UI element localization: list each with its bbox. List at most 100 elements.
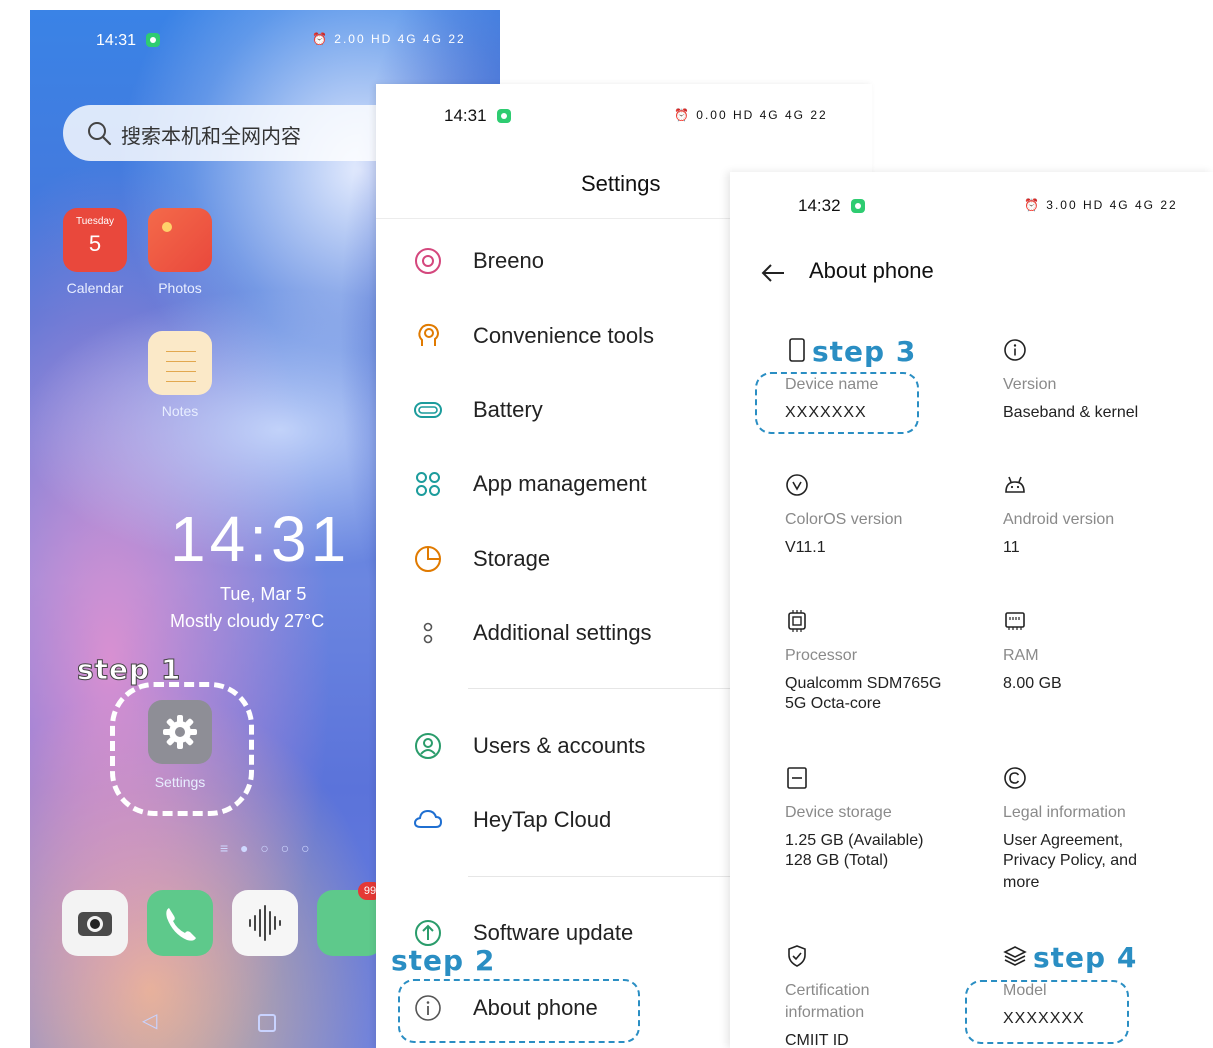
storage-icon <box>787 767 807 789</box>
page-title: Settings <box>581 171 661 196</box>
coloros-version-item[interactable]: ColorOS version V11.1 <box>785 473 985 573</box>
status-icons: ⏰ 3.00 HD 4G 4G 22 <box>1024 198 1178 212</box>
settings-item-label: App management <box>473 471 647 496</box>
notification-icon <box>850 199 865 213</box>
step-4-highlight <box>965 980 1129 1044</box>
android-version-item[interactable]: Android version 11 <box>1003 473 1203 573</box>
breeno-icon <box>415 248 441 274</box>
item-value-line-2: Privacy Policy, and <box>1003 852 1137 869</box>
item-label: RAM <box>1003 647 1039 664</box>
camera-app[interactable] <box>62 890 128 956</box>
version-item[interactable]: Version Baseband & kernel <box>1003 338 1203 438</box>
settings-item-label: Users & accounts <box>473 733 646 758</box>
processor-icon <box>788 610 806 632</box>
calendar-day: Tuesday <box>76 216 114 227</box>
status-time: 14:32 <box>798 196 865 216</box>
calendar-date: 5 <box>88 231 102 256</box>
settings-item-label: Additional settings <box>473 620 652 645</box>
cloud-icon <box>414 809 442 828</box>
item-value: Qualcomm SDM765G <box>785 675 942 692</box>
android-icon <box>1005 476 1025 493</box>
copyright-icon <box>1004 767 1026 789</box>
notes-label: Notes <box>161 403 199 419</box>
item-value: V11.1 <box>785 539 826 556</box>
additional-settings-icon <box>423 622 433 644</box>
notification-icon <box>496 109 511 123</box>
layers-icon <box>1003 946 1027 966</box>
item-value: User Agreement, <box>1003 832 1124 849</box>
calendar-label: Calendar <box>66 280 124 296</box>
notes-app[interactable] <box>148 331 212 395</box>
item-value-line-2: 5G Octa-core <box>785 695 882 712</box>
legal-information-item[interactable]: Legal information User Agreement, Privac… <box>1003 766 1203 906</box>
certification-information-item[interactable]: Certification information CMIIT ID <box>785 944 985 1048</box>
weather-text: Mostly cloudy 27°C <box>170 611 325 631</box>
item-value: 1.25 GB (Available) <box>785 832 924 849</box>
phone-icon <box>166 908 196 941</box>
clock-widget: 14:31 <box>170 503 351 575</box>
photos-label: Photos <box>158 280 202 296</box>
item-label: Device storage <box>785 804 892 821</box>
sound-wave-icon <box>249 905 281 941</box>
settings-app[interactable] <box>148 700 212 764</box>
status-time: 14:31 <box>96 32 161 50</box>
item-value-line-2: 128 GB (Total) <box>785 852 889 869</box>
step-2-highlight <box>398 979 640 1043</box>
item-label: Certification <box>785 982 870 999</box>
item-value: 8.00 GB <box>1003 675 1062 692</box>
ram-item[interactable]: RAM 8.00 GB <box>1003 609 1203 709</box>
item-label: Version <box>1003 376 1057 393</box>
battery-icon <box>414 402 442 418</box>
step-3-highlight <box>755 372 919 434</box>
item-label: ColorOS version <box>785 511 903 528</box>
processor-item[interactable]: Processor Qualcomm SDM765G 5G Octa-core <box>785 609 985 729</box>
item-label: Android version <box>1003 511 1115 528</box>
phone-app[interactable] <box>147 890 213 956</box>
settings-item-label: Storage <box>473 546 551 571</box>
step-3-label: step 3 <box>812 335 917 368</box>
search-icon <box>88 122 112 146</box>
app-management-icon <box>416 472 440 496</box>
settings-label: Settings <box>154 774 206 790</box>
device-storage-item[interactable]: Device storage 1.25 GB (Available) 128 G… <box>785 766 985 886</box>
settings-item-label: Battery <box>473 397 543 422</box>
storage-icon <box>415 546 441 572</box>
page-indicator: ≡ ● ○ ○ ○ <box>220 840 314 856</box>
item-value: Baseband & kernel <box>1003 404 1139 421</box>
status-time: 14:31 <box>444 106 511 126</box>
users-accounts-icon <box>415 733 441 759</box>
status-icons: ⏰ 2.00 HD 4G 4G 22 <box>312 32 466 46</box>
gear-icon <box>163 715 197 749</box>
status-icons: ⏰ 0.00 HD 4G 4G 22 <box>674 108 828 122</box>
photos-app[interactable] <box>148 208 212 272</box>
search-placeholder: 搜索本机和全网内容 <box>121 126 301 148</box>
software-update-icon <box>415 920 441 946</box>
settings-item-label: Software update <box>473 920 634 945</box>
notification-icon <box>146 33 161 47</box>
settings-item-label: HeyTap Cloud <box>473 807 612 832</box>
settings-item-label: Convenience tools <box>473 323 655 348</box>
date-text: Tue, Mar 5 <box>220 584 307 604</box>
camera-icon <box>78 912 112 936</box>
about-phone-screen: 14:32 ⏰ 3.00 HD 4G 4G 22 About phone Dev… <box>730 172 1213 1048</box>
info-icon <box>1004 339 1026 361</box>
convenience-tools-icon <box>418 323 440 346</box>
back-arrow-icon[interactable] <box>760 260 786 286</box>
item-value: CMIIT ID <box>785 1032 849 1048</box>
shield-check-icon <box>788 945 806 967</box>
phone-outline-icon <box>789 338 805 362</box>
item-label: Legal information <box>1003 804 1126 821</box>
nav-back-icon[interactable]: ◁ <box>142 1008 157 1033</box>
settings-item-label: Breeno <box>473 248 544 273</box>
recorder-app[interactable] <box>232 890 298 956</box>
search-bar[interactable]: 搜索本机和全网内容 <box>63 105 423 161</box>
item-value-line-3: more <box>1003 874 1040 891</box>
item-label-line-2: information <box>785 1004 865 1021</box>
item-value: 11 <box>1003 539 1020 556</box>
coloros-icon <box>786 474 808 496</box>
item-label: Processor <box>785 647 858 664</box>
nav-home-icon[interactable] <box>258 1014 276 1032</box>
calendar-app[interactable]: Tuesday 5 <box>63 208 127 272</box>
step-4-label: step 4 <box>1033 941 1138 974</box>
page-title: About phone <box>809 258 934 283</box>
